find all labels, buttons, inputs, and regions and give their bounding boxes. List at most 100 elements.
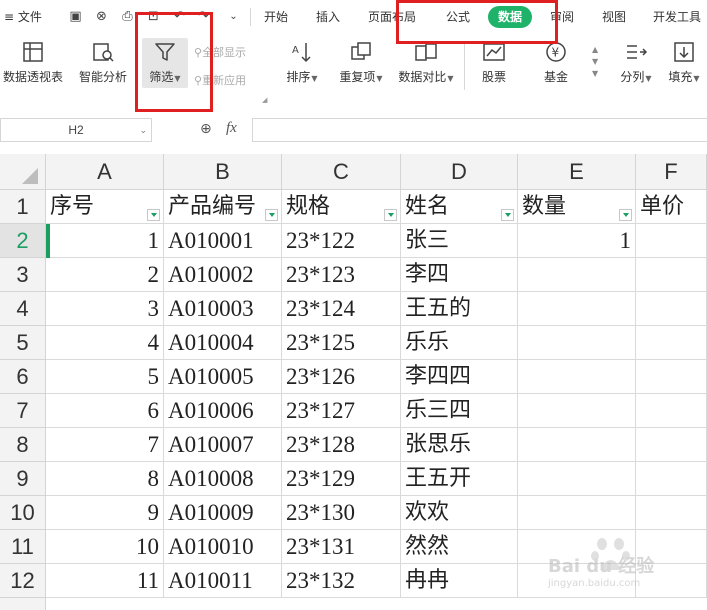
formula-input[interactable] xyxy=(252,118,707,142)
cell[interactable] xyxy=(636,428,707,462)
cell[interactable]: 8 xyxy=(46,462,164,496)
row-header[interactable]: 7 xyxy=(0,394,46,428)
cell[interactable]: 23*128 xyxy=(282,428,401,462)
row-header[interactable]: 6 xyxy=(0,360,46,394)
row-header[interactable]: 11 xyxy=(0,530,46,564)
fund-button[interactable]: ¥ 基金 xyxy=(534,38,578,85)
cell[interactable]: A010008 xyxy=(164,462,282,496)
save-icon[interactable]: ▣ xyxy=(68,9,83,24)
filter-dropdown-button[interactable] xyxy=(147,209,160,221)
cell[interactable]: 冉冉 xyxy=(401,564,518,598)
cell[interactable]: 李四 xyxy=(401,258,518,292)
cell[interactable] xyxy=(636,462,707,496)
cell[interactable]: 3 xyxy=(46,292,164,326)
cell[interactable] xyxy=(518,462,636,496)
fill-button[interactable]: 填充▼ xyxy=(664,38,704,85)
cell[interactable]: 23*122 xyxy=(282,224,401,258)
row-header[interactable]: 3 xyxy=(0,258,46,292)
name-box[interactable]: H2 ⌄ xyxy=(0,118,152,142)
cell[interactable]: 9 xyxy=(46,496,164,530)
cell[interactable]: 2 xyxy=(46,258,164,292)
cell[interactable]: 23*129 xyxy=(282,462,401,496)
cell[interactable] xyxy=(518,258,636,292)
cell[interactable]: 23*132 xyxy=(282,564,401,598)
cell[interactable]: 乐三四 xyxy=(401,394,518,428)
filter-dropdown-button[interactable] xyxy=(501,209,514,221)
column-header-d[interactable]: D xyxy=(401,154,518,190)
export-icon[interactable]: ⊗ xyxy=(94,9,109,24)
dialog-launcher-icon[interactable]: ◢ xyxy=(262,96,267,104)
cell[interactable]: 23*123 xyxy=(282,258,401,292)
column-header-a[interactable]: A xyxy=(46,154,164,190)
cell[interactable]: 乐乐 xyxy=(401,326,518,360)
cell[interactable]: 张思乐 xyxy=(401,428,518,462)
pivot-table-button[interactable]: 数据透视表 xyxy=(0,38,66,85)
duplicates-button[interactable]: 重复项▼ xyxy=(336,38,386,85)
cell[interactable] xyxy=(518,496,636,530)
cell[interactable]: A010002 xyxy=(164,258,282,292)
cell[interactable]: A010004 xyxy=(164,326,282,360)
row-header[interactable]: 9 xyxy=(0,462,46,496)
cell[interactable]: 李四四 xyxy=(401,360,518,394)
cell[interactable]: 6 xyxy=(46,394,164,428)
row-header[interactable]: 2 xyxy=(0,224,46,258)
chevron-down-icon[interactable]: ⌄ xyxy=(226,9,241,24)
filter-dropdown-button[interactable] xyxy=(265,209,278,221)
file-menu[interactable]: ≡ 文件 xyxy=(4,8,42,25)
tab-home[interactable]: 开始 xyxy=(264,8,288,25)
cell[interactable] xyxy=(636,496,707,530)
cell[interactable]: A010009 xyxy=(164,496,282,530)
data-compare-button[interactable]: 数据对比▼ xyxy=(394,38,458,85)
cell[interactable] xyxy=(636,258,707,292)
cell[interactable]: 张三 xyxy=(401,224,518,258)
column-header-e[interactable]: E xyxy=(518,154,636,190)
cell[interactable]: A010011 xyxy=(164,564,282,598)
column-header-f[interactable]: F xyxy=(636,154,707,190)
cell[interactable]: 23*124 xyxy=(282,292,401,326)
cell[interactable]: A010001 xyxy=(164,224,282,258)
header-cell[interactable]: 单价 xyxy=(636,190,707,224)
sort-button[interactable]: A 排序▼ xyxy=(282,38,322,85)
column-header-c[interactable]: C xyxy=(282,154,401,190)
print-icon[interactable]: ⎙ xyxy=(120,9,135,24)
fx-icon[interactable]: fx xyxy=(226,120,237,137)
cell[interactable]: 王五的 xyxy=(401,292,518,326)
cell[interactable]: 7 xyxy=(46,428,164,462)
cell[interactable]: 4 xyxy=(46,326,164,360)
cell[interactable]: 23*125 xyxy=(282,326,401,360)
cell[interactable]: 1 xyxy=(46,224,164,258)
ribbon-scroll[interactable]: ▲ ▼ ▼ xyxy=(592,44,598,80)
zoom-search-icon[interactable]: ⊕ xyxy=(200,121,212,137)
cell[interactable] xyxy=(518,360,636,394)
cell[interactable]: A010010 xyxy=(164,530,282,564)
cell[interactable]: A010005 xyxy=(164,360,282,394)
split-column-button[interactable]: 分列▼ xyxy=(616,38,656,85)
cell[interactable]: A010006 xyxy=(164,394,282,428)
tab-insert[interactable]: 插入 xyxy=(316,8,340,25)
cell[interactable]: 23*126 xyxy=(282,360,401,394)
row-header[interactable]: 1 xyxy=(0,190,46,224)
cell[interactable]: A010003 xyxy=(164,292,282,326)
cell[interactable] xyxy=(636,224,707,258)
cell[interactable]: 欢欢 xyxy=(401,496,518,530)
row-header[interactable]: 4 xyxy=(0,292,46,326)
cell[interactable]: 23*130 xyxy=(282,496,401,530)
stock-button[interactable]: 股票 xyxy=(472,38,516,85)
row-header[interactable]: 8 xyxy=(0,428,46,462)
cell[interactable] xyxy=(518,326,636,360)
cell[interactable]: 10 xyxy=(46,530,164,564)
cell[interactable]: A010007 xyxy=(164,428,282,462)
cell[interactable]: 5 xyxy=(46,360,164,394)
cell[interactable]: 然然 xyxy=(401,530,518,564)
filter-dropdown-button[interactable] xyxy=(384,209,397,221)
cell[interactable]: 23*131 xyxy=(282,530,401,564)
cell[interactable]: 23*127 xyxy=(282,394,401,428)
cell[interactable] xyxy=(636,394,707,428)
cell[interactable]: 11 xyxy=(46,564,164,598)
tab-developer[interactable]: 开发工具 xyxy=(653,8,701,25)
cell[interactable]: 1 xyxy=(518,224,636,258)
cell[interactable]: 王五开 xyxy=(401,462,518,496)
column-header-b[interactable]: B xyxy=(164,154,282,190)
cell[interactable] xyxy=(636,360,707,394)
cell[interactable] xyxy=(636,326,707,360)
